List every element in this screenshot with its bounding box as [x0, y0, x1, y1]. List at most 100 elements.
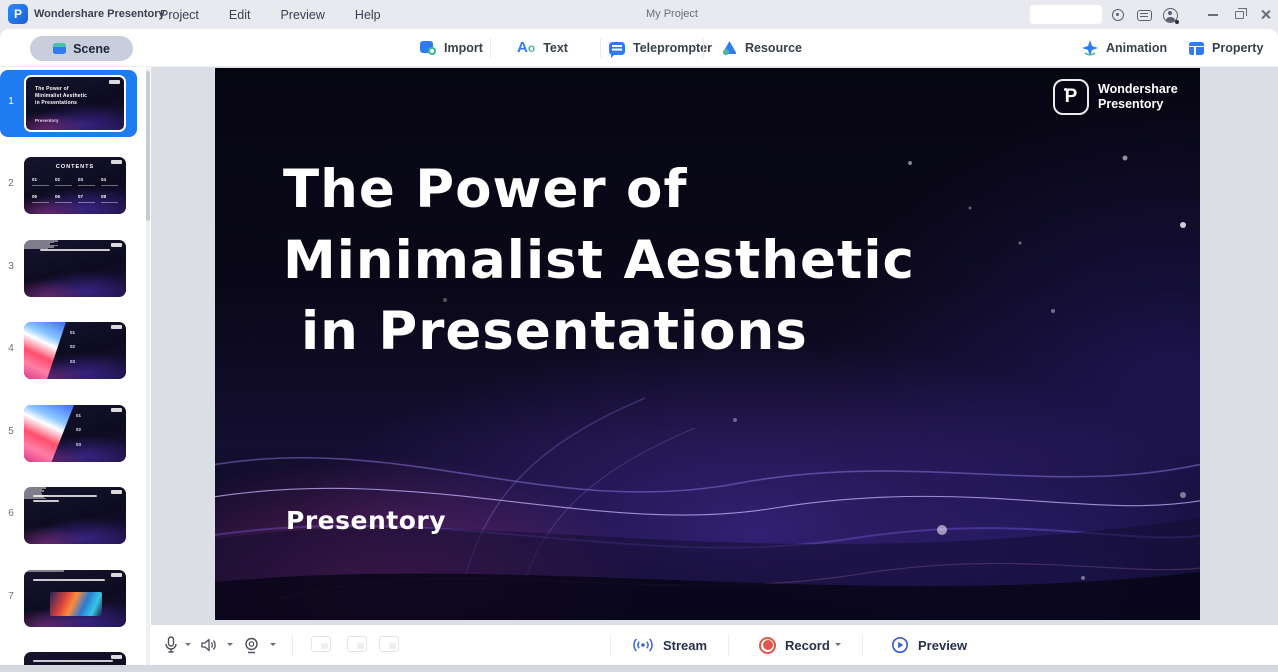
watermark-text: Wondershare Presentory: [1098, 82, 1178, 111]
slide-thumbnail-5[interactable]: 01 02 03: [24, 405, 126, 462]
slide-row-1[interactable]: 1 The Power of Minimalist Aesthetic in P…: [0, 70, 146, 137]
restore-icon: [1234, 7, 1247, 19]
import-button[interactable]: Import: [420, 29, 483, 67]
slide-subtitle-text[interactable]: Presentory: [286, 506, 446, 535]
preview-play-icon: [891, 636, 909, 654]
watermark-badge: [111, 243, 122, 247]
toolbar: Scene Import Ao Text Teleprompter Resour…: [0, 29, 1278, 67]
minimize-icon: [1208, 13, 1218, 16]
keyboard-shortcuts-button[interactable]: [1134, 5, 1154, 25]
record-icon: [759, 636, 776, 654]
camera-icon: [244, 637, 258, 653]
sidebar-scrollbar-thumb[interactable]: [146, 71, 150, 221]
animation-label: Animation: [1106, 41, 1168, 55]
slide-number: 3: [8, 261, 14, 272]
camera-dropdown[interactable]: [270, 643, 276, 649]
watermark-badge: [109, 80, 120, 84]
slide-thumbnail-4[interactable]: 01 02 03: [24, 322, 126, 379]
record-target-button[interactable]: [1108, 5, 1128, 25]
text-label: Text: [543, 41, 568, 55]
watermark-badge: [111, 655, 122, 659]
preview-button[interactable]: Preview: [891, 625, 967, 665]
slide-thumbnail-2[interactable]: CONTENTS 01 02 03 04 05 06 07 08: [24, 157, 126, 214]
watermark-badge: [111, 325, 122, 329]
avatar-status-dot: [1175, 20, 1179, 24]
resource-label: Resource: [745, 41, 802, 55]
app-name: Wondershare Presentory: [34, 8, 165, 20]
speaker-dropdown[interactable]: [227, 643, 233, 649]
layout-camera-side-icon: [379, 636, 399, 652]
slide-number: 2: [8, 178, 14, 189]
microphone-button[interactable]: [159, 633, 183, 657]
slide-thumbnail-6[interactable]: [24, 487, 126, 544]
slide-row-4[interactable]: 4 01 02 03: [0, 322, 146, 379]
slide-number: 5: [8, 426, 14, 437]
text-icon: Ao: [517, 39, 536, 56]
scene-icon: [53, 43, 67, 54]
app-logo-icon: P: [8, 4, 28, 24]
teleprompter-label: Teleprompter: [633, 41, 712, 55]
scene-label: Scene: [73, 41, 110, 56]
slide-number: 1: [8, 96, 14, 107]
titlebar-search-input[interactable]: [1030, 5, 1102, 24]
animation-icon: [1082, 40, 1098, 56]
editor-canvas: The Power of Minimalist Aesthetic in Pre…: [151, 67, 1278, 625]
thumb-heading: CONTENTS: [55, 164, 95, 170]
slide-row-7[interactable]: 7: [0, 570, 146, 627]
close-button[interactable]: [1252, 0, 1278, 29]
microphone-icon: [165, 636, 177, 653]
maximize-button[interactable]: [1226, 0, 1252, 29]
menu-project[interactable]: Project: [160, 8, 199, 22]
bottombar-separator: [728, 634, 729, 656]
current-slide[interactable]: The Power of Minimalist Aesthetic in Pre…: [215, 68, 1200, 620]
watermark: P Wondershare Presentory: [1053, 79, 1178, 115]
slide-thumbnail-7[interactable]: [24, 570, 126, 627]
text-button[interactable]: Ao Text: [517, 29, 568, 67]
minimize-button[interactable]: [1200, 0, 1226, 29]
gradient-art: [24, 322, 66, 379]
record-button[interactable]: Record: [759, 625, 830, 665]
teleprompter-button[interactable]: Teleprompter: [609, 29, 712, 67]
speaker-button[interactable]: [197, 633, 221, 657]
toolbar-separator: [490, 38, 491, 58]
slide-title-text[interactable]: The Power of Minimalist Aesthetic in Pre…: [283, 154, 915, 367]
microphone-dropdown[interactable]: [185, 643, 191, 649]
watermark-badge: [111, 573, 122, 577]
target-icon: [1112, 9, 1124, 21]
watermark-badge: [111, 408, 122, 412]
account-button[interactable]: [1160, 5, 1180, 25]
property-icon: [1189, 41, 1204, 55]
project-title[interactable]: My Project: [646, 8, 698, 20]
gradient-art: [24, 405, 74, 462]
slide-number: 6: [8, 508, 14, 519]
scene-button[interactable]: Scene: [30, 36, 133, 61]
toolbar-separator: [600, 38, 601, 58]
import-label: Import: [444, 41, 483, 55]
record-dropdown[interactable]: [835, 643, 841, 649]
slide-row-3[interactable]: 3: [0, 240, 146, 297]
layout-camera-full-icon: [347, 636, 367, 652]
slide-row-6[interactable]: 6: [0, 487, 146, 544]
bottombar-separator: [862, 634, 863, 656]
close-icon: [1260, 9, 1271, 20]
animation-button[interactable]: Animation: [1082, 29, 1167, 67]
menu-preview[interactable]: Preview: [280, 8, 324, 22]
slide-row-2[interactable]: 2 CONTENTS 01 02 03 04 05 06 07 08: [0, 157, 146, 214]
menu-help[interactable]: Help: [355, 8, 381, 22]
bottom-control-bar: Stream Record Preview: [151, 625, 1278, 665]
camera-button[interactable]: [239, 633, 263, 657]
slide-thumbnail-1[interactable]: The Power of Minimalist Aesthetic in Pre…: [24, 75, 126, 132]
watermark-badge: [111, 490, 122, 494]
stream-button[interactable]: Stream: [632, 625, 707, 665]
slide-panel: 1 The Power of Minimalist Aesthetic in P…: [0, 67, 151, 672]
thumb-brand: Presentory: [35, 118, 59, 123]
bottombar-separator: [610, 634, 611, 656]
slide-number: 4: [8, 343, 14, 354]
menu-edit[interactable]: Edit: [229, 8, 251, 22]
menu-bar: Project Edit Preview Help: [160, 0, 381, 29]
thumb-title: The Power of Minimalist Aesthetic in Pre…: [35, 86, 88, 106]
property-button[interactable]: Property: [1189, 29, 1263, 67]
slide-row-5[interactable]: 5 01 02 03: [0, 405, 146, 462]
resource-button[interactable]: Resource: [722, 29, 802, 67]
slide-thumbnail-3[interactable]: [24, 240, 126, 297]
